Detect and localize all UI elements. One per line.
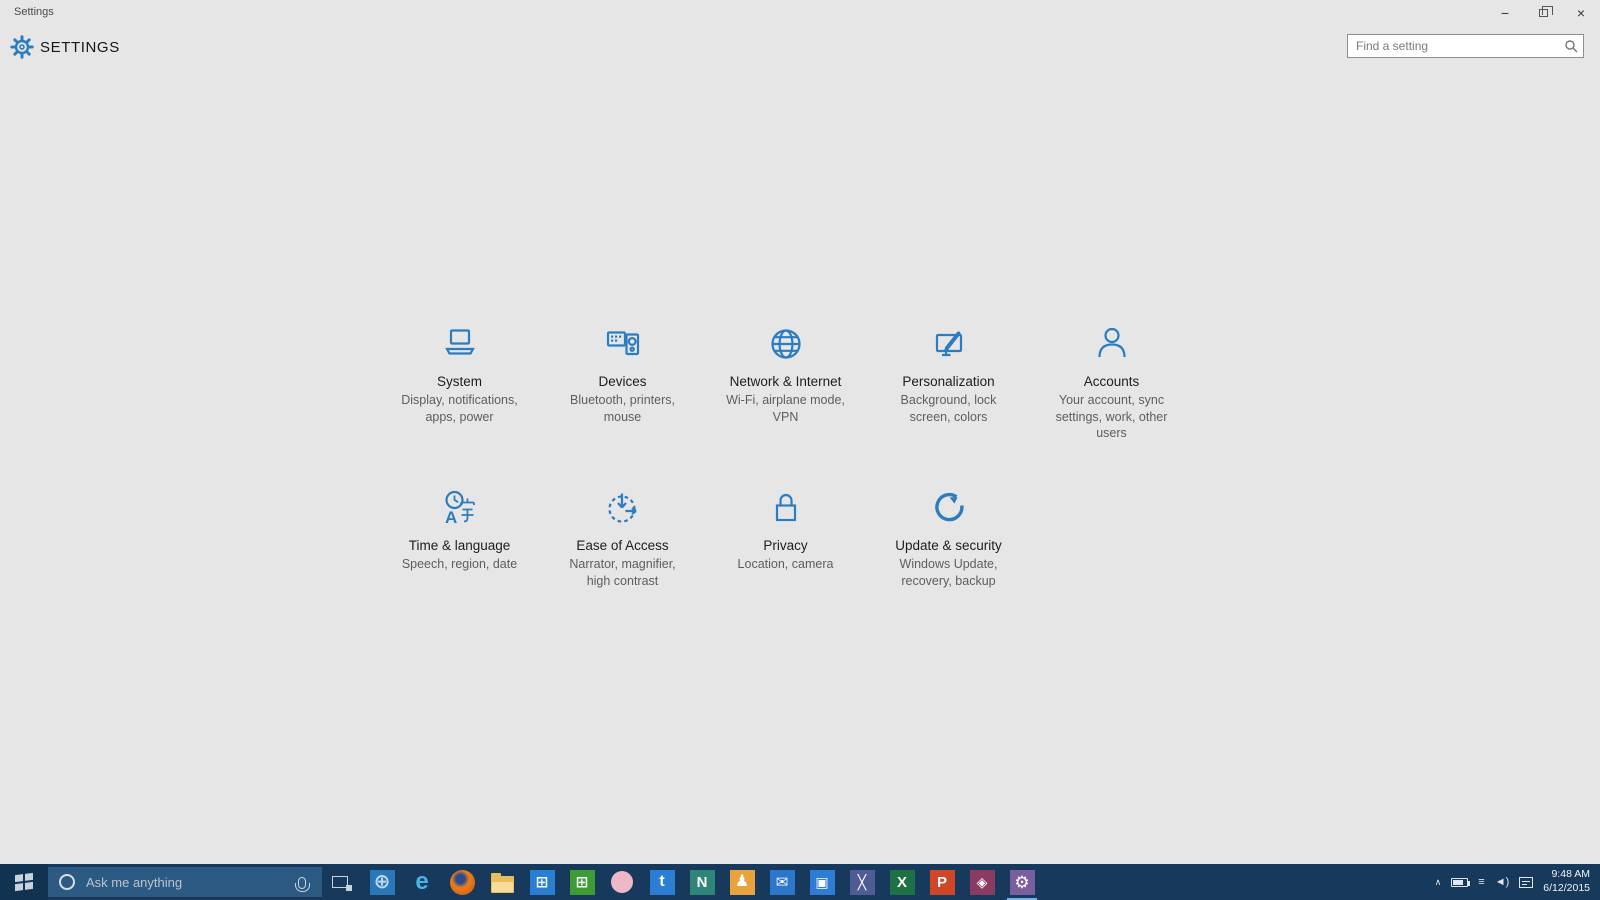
battery-icon[interactable] xyxy=(1451,878,1468,887)
page-title: SETTINGS xyxy=(40,39,120,56)
tile-devices[interactable]: Devices Bluetooth, printers, mouse xyxy=(541,314,704,442)
network-icon[interactable]: ≡ xyxy=(1478,876,1484,888)
office-hub-app-icon[interactable]: ╳ xyxy=(842,864,882,900)
minimize-button[interactable]: − xyxy=(1486,0,1524,26)
pinned-apps: ⊕e ⊞⊞ tN♟✉▣╳XP◈⚙ xyxy=(362,864,1042,900)
tile-ease-of-access[interactable]: Ease of Access Narrator, magnifier, high… xyxy=(541,478,704,589)
system-tray: ∧ ≡ ◄) 9:48 AM 6/12/2015 xyxy=(1435,864,1600,900)
laptop-icon xyxy=(378,314,541,366)
settings-app-icon[interactable]: ⚙ xyxy=(1002,864,1042,900)
tile-title: Personalization xyxy=(867,374,1030,389)
refresh-icon xyxy=(867,478,1030,530)
tile-update-security[interactable]: Update & security Windows Update, recove… xyxy=(867,478,1030,589)
close-button[interactable]: × xyxy=(1562,0,1600,26)
hidden-icons-chevron[interactable]: ∧ xyxy=(1435,877,1442,888)
store-app-icon[interactable]: ⊞ xyxy=(522,864,562,900)
globe-icon xyxy=(704,314,867,366)
search-icon[interactable] xyxy=(1564,39,1578,58)
tile-subtitle: Display, notifications, apps, power xyxy=(382,392,537,425)
pink-app-icon[interactable] xyxy=(602,864,642,900)
amber-app-icon[interactable]: ♟ xyxy=(722,864,762,900)
firefox-icon[interactable] xyxy=(442,864,482,900)
photos-app-icon[interactable]: ▣ xyxy=(802,864,842,900)
svg-text:A: A xyxy=(445,508,457,527)
globe-browser-app-icon[interactable]: ⊕ xyxy=(362,864,402,900)
ease-of-access-icon xyxy=(541,478,704,530)
tiles-row-1: System Display, notifications, apps, pow… xyxy=(378,314,1193,442)
tile-subtitle: Wi-Fi, airplane mode, VPN xyxy=(708,392,863,425)
powerpoint-app-icon[interactable]: P xyxy=(922,864,962,900)
titlebar: Settings − × xyxy=(0,0,1600,26)
lock-icon xyxy=(704,478,867,530)
personalization-icon xyxy=(867,314,1030,366)
tile-title: Time & language xyxy=(378,538,541,553)
tile-title: Privacy xyxy=(704,538,867,553)
file-explorer-icon[interactable] xyxy=(482,864,522,900)
tile-title: Devices xyxy=(541,374,704,389)
tile-title: System xyxy=(378,374,541,389)
cortana-search-box[interactable] xyxy=(48,867,322,897)
tray-icons: ∧ ≡ ◄) xyxy=(1435,876,1534,888)
store-beta-app-icon[interactable]: ⊞ xyxy=(562,864,602,900)
maroon-app-icon[interactable]: ◈ xyxy=(962,864,1002,900)
cortana-search-input[interactable] xyxy=(84,874,269,891)
microphone-icon[interactable] xyxy=(298,877,306,889)
tile-subtitle: Speech, region, date xyxy=(382,556,537,573)
tile-accounts[interactable]: Accounts Your account, sync settings, wo… xyxy=(1030,314,1193,442)
window-controls: − × xyxy=(1486,0,1600,26)
start-button[interactable] xyxy=(0,864,48,900)
time-language-icon: A xyxy=(378,478,541,530)
tiles-row-2: A Time & language Speech, region, date E… xyxy=(378,478,1030,589)
clock-date: 6/12/2015 xyxy=(1543,882,1590,896)
clock-time: 9:48 AM xyxy=(1543,868,1590,882)
find-setting-search xyxy=(1347,34,1584,58)
tile-title: Update & security xyxy=(867,538,1030,553)
tile-personalization[interactable]: Personalization Background, lock screen,… xyxy=(867,314,1030,442)
task-view-button[interactable] xyxy=(322,864,358,900)
blue-bird-app-icon[interactable]: t xyxy=(642,864,682,900)
devices-icon xyxy=(541,314,704,366)
restore-icon xyxy=(1539,9,1548,17)
settings-gear-icon xyxy=(10,35,34,64)
task-view-icon xyxy=(332,876,348,888)
internet-explorer-icon[interactable]: e xyxy=(402,864,442,900)
person-icon xyxy=(1030,314,1193,366)
tile-title: Ease of Access xyxy=(541,538,704,553)
tile-network-internet[interactable]: Network & Internet Wi-Fi, airplane mode,… xyxy=(704,314,867,442)
tile-subtitle: Narrator, magnifier, high contrast xyxy=(545,556,700,589)
volume-icon[interactable]: ◄) xyxy=(1495,876,1510,888)
tile-time-language[interactable]: A Time & language Speech, region, date xyxy=(378,478,541,589)
tile-title: Accounts xyxy=(1030,374,1193,389)
taskbar-clock[interactable]: 9:48 AM 6/12/2015 xyxy=(1543,868,1590,895)
tile-privacy[interactable]: Privacy Location, camera xyxy=(704,478,867,589)
find-setting-input[interactable] xyxy=(1347,34,1584,58)
tile-subtitle: Background, lock screen, colors xyxy=(871,392,1026,425)
tile-title: Network & Internet xyxy=(704,374,867,389)
tile-system[interactable]: System Display, notifications, apps, pow… xyxy=(378,314,541,442)
onenote-app-icon[interactable]: N xyxy=(682,864,722,900)
tile-subtitle: Your account, sync settings, work, other… xyxy=(1034,392,1189,442)
window-title: Settings xyxy=(14,6,54,18)
action-center-icon[interactable] xyxy=(1519,877,1533,888)
taskbar: ⊕e ⊞⊞ tN♟✉▣╳XP◈⚙ ∧ ≡ ◄) 9:48 AM 6/12/2015 xyxy=(0,864,1600,900)
restore-button[interactable] xyxy=(1524,0,1562,26)
excel-app-icon[interactable]: X xyxy=(882,864,922,900)
tile-subtitle: Location, camera xyxy=(708,556,863,573)
settings-header: SETTINGS xyxy=(0,32,1600,66)
mail-app-icon[interactable]: ✉ xyxy=(762,864,802,900)
tile-subtitle: Windows Update, recovery, backup xyxy=(871,556,1026,589)
windows-logo-icon xyxy=(15,873,33,891)
tile-subtitle: Bluetooth, printers, mouse xyxy=(545,392,700,425)
cortana-icon xyxy=(59,874,75,890)
